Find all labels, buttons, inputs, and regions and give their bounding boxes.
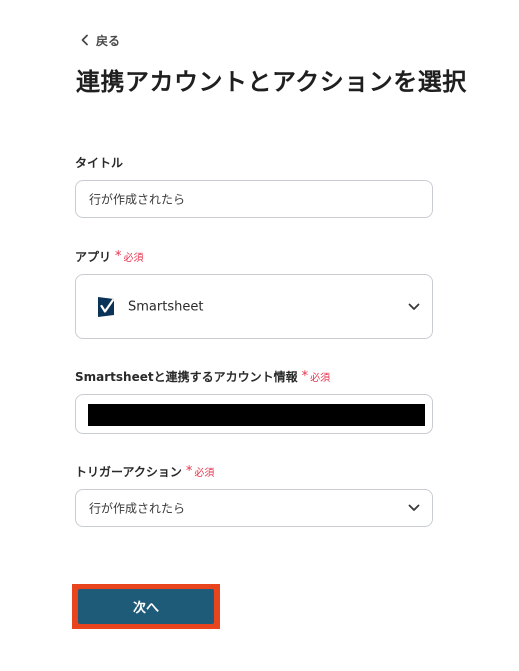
redacted-account-value (88, 404, 425, 426)
required-asterisk-icon: * (301, 369, 309, 384)
title-input[interactable]: 行が作成されたら (75, 180, 433, 218)
required-marker: * 必須 (115, 249, 144, 264)
chevron-left-icon (81, 34, 88, 46)
trigger-action-field-label: トリガーアクション * 必須 (75, 463, 214, 480)
chevron-down-icon (408, 303, 420, 310)
required-text: 必須 (310, 373, 331, 384)
next-button[interactable]: 次へ (78, 589, 214, 624)
back-link[interactable]: 戻る (80, 31, 120, 49)
page-title: 連携アカウントとアクションを選択 (76, 68, 467, 96)
account-select[interactable] (75, 394, 433, 434)
required-marker: * 必須 (186, 464, 215, 479)
required-marker: * 必須 (302, 369, 331, 384)
app-select-value: Smartsheet (128, 299, 204, 314)
smartsheet-logo-icon (98, 296, 115, 317)
back-label: 戻る (96, 33, 121, 48)
account-field-label: Smartsheetと連携するアカウント情報 * 必須 (75, 368, 330, 385)
title-label-text: タイトル (75, 156, 124, 170)
trigger-action-select-value: 行が作成されたら (89, 501, 186, 516)
chevron-down-icon (408, 504, 420, 511)
required-asterisk-icon: * (185, 464, 193, 479)
required-asterisk-icon: * (115, 249, 122, 264)
required-text: 必須 (194, 468, 215, 479)
account-label-text: Smartsheetと連携するアカウント情報 (75, 370, 298, 384)
title-field-label: タイトル (75, 154, 123, 171)
app-select[interactable]: Smartsheet (75, 274, 433, 339)
title-input-value: 行が作成されたら (89, 192, 186, 207)
trigger-action-label-text: トリガーアクション (75, 465, 182, 479)
app-field-label: アプリ * 必須 (75, 248, 144, 265)
required-text: 必須 (123, 253, 144, 264)
app-label-text: アプリ (75, 250, 112, 264)
trigger-action-select[interactable]: 行が作成されたら (75, 489, 433, 527)
